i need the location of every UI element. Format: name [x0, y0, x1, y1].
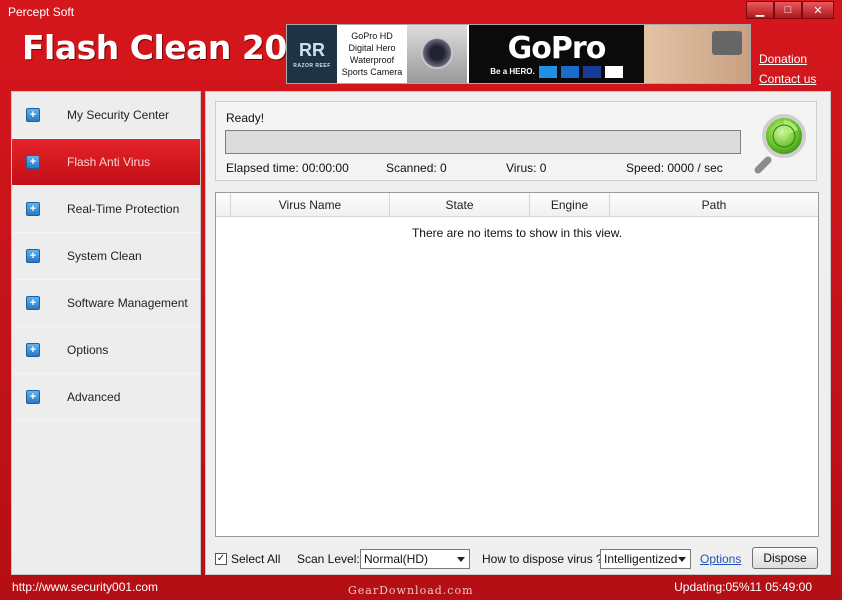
sidebar-item-label: Software Management [67, 296, 188, 310]
logo-mark: RR [299, 39, 325, 60]
column-header-path[interactable]: Path [610, 193, 818, 216]
sidebar-item-options[interactable]: + Options [12, 327, 200, 374]
sidebar-item-system-clean[interactable]: + System Clean [12, 233, 200, 280]
status-bar: http://www.security001.com GearDownload.… [0, 577, 842, 600]
scan-status-panel: Ready! Elapsed time: 00:00:00 Scanned: 0… [215, 101, 817, 181]
website-url[interactable]: http://www.security001.com [12, 580, 158, 594]
donation-link[interactable]: Donation [759, 49, 816, 69]
virus-count: Virus: 0 [506, 161, 547, 175]
color-swatch [604, 65, 623, 78]
table-header: Virus Name State Engine Path [216, 193, 818, 217]
sidebar-item-my-security-center[interactable]: + My Security Center [12, 92, 200, 139]
color-swatch [582, 65, 601, 78]
gopro-logo: GoPro Be a HERO. [469, 25, 644, 83]
gopro-tagline: Be a HERO. [490, 67, 535, 76]
razor-reef-logo-icon: RR RAZOR REEF [287, 25, 337, 83]
scanned-count: Scanned: 0 [386, 161, 447, 175]
sidebar-item-label: Options [67, 343, 109, 357]
scan-progress-bar [225, 130, 741, 154]
scan-level-select[interactable]: Normal(HD) [360, 549, 470, 569]
ad-line: GoPro HD [351, 31, 393, 41]
close-button[interactable]: ✕ [802, 1, 834, 19]
scan-level-value: Normal(HD) [364, 552, 428, 566]
watermark-text: GearDownload.com [348, 584, 474, 597]
column-header-engine[interactable]: Engine [530, 193, 610, 216]
sidebar-nav: + My Security Center + Flash Anti Virus … [11, 91, 201, 575]
gopro-wordmark: GoPro [507, 30, 607, 66]
gopro-tagline-row: Be a HERO. [490, 65, 623, 78]
title-bar[interactable]: Percept Soft ▁ □ ✕ [0, 0, 842, 22]
ad-line: Digital Hero [348, 43, 396, 53]
dispose-method-select[interactable]: Intelligentized [600, 549, 691, 569]
chevron-down-icon [457, 557, 465, 562]
main-panel: Ready! Elapsed time: 00:00:00 Scanned: 0… [205, 91, 831, 575]
sidebar-item-software-management[interactable]: + Software Management [12, 280, 200, 327]
plus-icon: + [26, 155, 40, 169]
ad-line: Sports Camera [341, 67, 403, 77]
plus-icon: + [26, 343, 40, 357]
column-header-state[interactable]: State [390, 193, 530, 216]
scan-level-label: Scan Level: [297, 552, 360, 566]
contact-us-link[interactable]: Contact us [759, 69, 816, 89]
minimize-button[interactable]: ▁ [746, 1, 774, 19]
empty-list-message: There are no items to show in this view. [411, 226, 623, 240]
maximize-button[interactable]: □ [774, 1, 802, 19]
color-swatch [538, 65, 557, 78]
sidebar-item-label: Real-Time Protection [67, 202, 180, 216]
dispose-method-value: Intelligentized [604, 552, 678, 566]
dispose-virus-label: How to dispose virus ? [482, 552, 603, 566]
options-link[interactable]: Options [700, 552, 741, 566]
logo-text: RAZOR REEF [293, 62, 331, 69]
ad-line: Waterproof [349, 55, 395, 65]
select-all-label: Select All [231, 552, 281, 566]
wrist-camera-image [644, 25, 750, 83]
virus-list-table[interactable]: Virus Name State Engine Path There are n… [215, 192, 819, 537]
camera-image [407, 25, 467, 83]
app-window: Percept Soft ▁ □ ✕ Flash Clean 2011 RR R… [0, 0, 842, 600]
sidebar-item-label: Advanced [67, 390, 121, 404]
dispose-button[interactable]: Dispose [752, 547, 818, 569]
window-title: Percept Soft [8, 5, 75, 19]
window-controls: ▁ □ ✕ [746, 1, 834, 19]
color-swatch [560, 65, 579, 78]
scan-status-text: Ready! [226, 111, 265, 125]
column-header-select[interactable] [216, 193, 231, 216]
plus-icon: + [26, 108, 40, 122]
ad-banner[interactable]: RR RAZOR REEF GoPro HD Digital Hero Wate… [286, 24, 751, 84]
sidebar-item-label: My Security Center [67, 108, 170, 122]
sidebar-item-label: System Clean [67, 249, 142, 263]
plus-icon: + [26, 296, 40, 310]
sidebar-item-real-time-protection[interactable]: + Real-Time Protection [12, 186, 200, 233]
column-header-virus-name[interactable]: Virus Name [231, 193, 390, 216]
plus-icon: + [26, 249, 40, 263]
ad-copy: GoPro HD Digital Hero Waterproof Sports … [337, 25, 407, 83]
scan-options-bar: ✓ Select All Scan Level: Normal(HD) How … [215, 547, 819, 571]
plus-icon: + [26, 390, 40, 404]
select-all-checkbox[interactable]: ✓ Select All [215, 552, 280, 566]
sidebar-item-label: Flash Anti Virus [67, 155, 151, 169]
magnifier-scan-icon[interactable] [754, 110, 810, 174]
sidebar-item-flash-anti-virus[interactable]: + Flash Anti Virus [12, 139, 200, 186]
checkbox-check-icon[interactable]: ✓ [215, 553, 227, 565]
update-status: Updating:05%11 05:49:00 [674, 580, 812, 594]
chevron-down-icon [678, 557, 686, 562]
sidebar-item-advanced[interactable]: + Advanced [12, 374, 200, 421]
header-links: Donation Contact us [759, 49, 816, 89]
scan-speed: Speed: 0000 / sec [626, 161, 723, 175]
plus-icon: + [26, 202, 40, 216]
elapsed-time: Elapsed time: 00:00:00 [226, 161, 349, 175]
